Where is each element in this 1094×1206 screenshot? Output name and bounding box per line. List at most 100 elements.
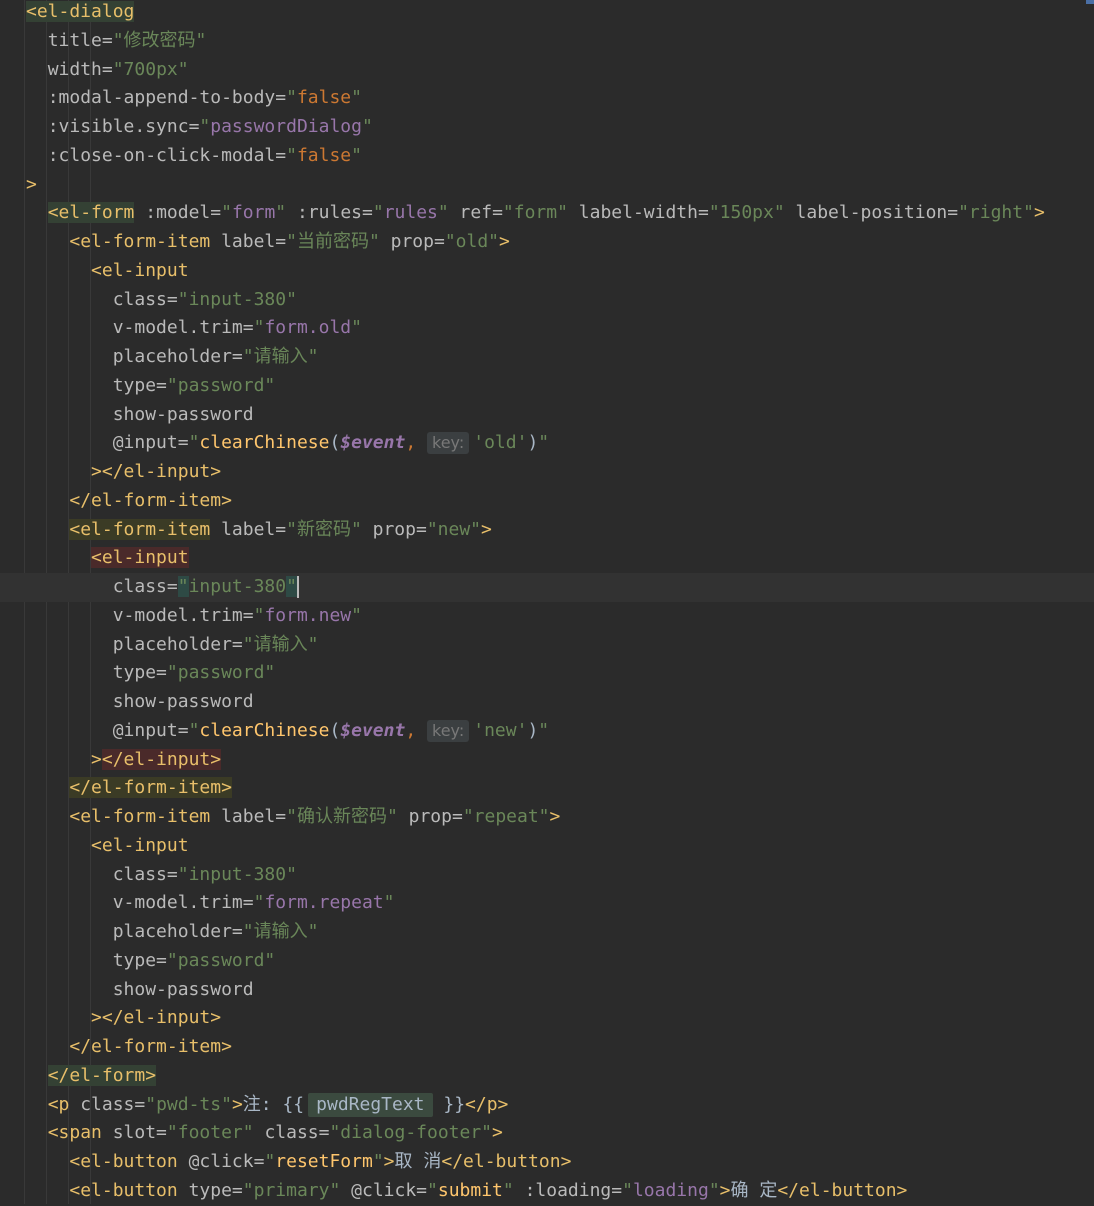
code-line[interactable]: placeholder="请输入" bbox=[0, 631, 1094, 660]
code-line[interactable]: class="input-380" bbox=[0, 286, 1094, 315]
code-line[interactable]: <el-form-item label="新密码" prop="new"> bbox=[0, 516, 1094, 545]
code-line[interactable]: </el-form-item> bbox=[0, 774, 1094, 803]
code-line[interactable]: @input="clearChinese($event, key:'new')" bbox=[0, 717, 1094, 746]
code-line[interactable]: <el-button type="primary" @click="submit… bbox=[0, 1177, 1094, 1206]
code-line[interactable]: placeholder="请输入" bbox=[0, 343, 1094, 372]
code-line[interactable]: v-model.trim="form.repeat" bbox=[0, 889, 1094, 918]
code-token: </el-button> bbox=[777, 1179, 908, 1201]
code-line[interactable]: > bbox=[0, 171, 1094, 200]
code-token: v-model.trim= bbox=[112, 317, 254, 339]
code-line[interactable]: <el-input bbox=[0, 832, 1094, 861]
code-line[interactable]: ></el-input> bbox=[0, 458, 1094, 487]
code-token: " bbox=[351, 87, 362, 109]
code-token: " bbox=[351, 317, 362, 339]
code-token: > bbox=[492, 1122, 503, 1144]
code-token: type= bbox=[177, 1179, 243, 1201]
code-token: ></el-input> bbox=[91, 461, 222, 482]
code-line[interactable]: width="700px" bbox=[0, 56, 1094, 85]
code-line[interactable]: show-password bbox=[0, 401, 1094, 430]
code-token: resetForm bbox=[275, 1151, 373, 1172]
code-token: </el-form> bbox=[47, 1064, 157, 1086]
code-line[interactable]: :modal-append-to-body="false" bbox=[0, 84, 1094, 113]
code-line[interactable]: ></el-input> bbox=[0, 1004, 1094, 1033]
code-line[interactable]: <el-form-item label="当前密码" prop="old"> bbox=[0, 228, 1094, 257]
code-line[interactable]: show-password bbox=[0, 688, 1094, 717]
code-line[interactable]: </el-form> bbox=[0, 1062, 1094, 1091]
code-line[interactable]: <el-dialog bbox=[0, 0, 1094, 27]
code-token: }} bbox=[432, 1093, 466, 1115]
code-token: "old" bbox=[444, 231, 500, 252]
code-line[interactable]: <span slot="footer" class="dialog-footer… bbox=[0, 1119, 1094, 1148]
code-line[interactable]: <el-button @click="resetForm">取 消</el-bu… bbox=[0, 1148, 1094, 1177]
code-token: > bbox=[549, 806, 561, 827]
code-token: "请输入" bbox=[242, 633, 319, 655]
code-line[interactable]: v-model.trim="form.old" bbox=[0, 314, 1094, 343]
code-line[interactable]: @input="clearChinese($event, key:'old')" bbox=[0, 429, 1094, 458]
code-token: > bbox=[499, 231, 510, 252]
code-line[interactable]: type="password" bbox=[0, 947, 1094, 976]
code-token: > bbox=[383, 1151, 395, 1172]
code-line[interactable]: <el-form-item label="确认新密码" prop="repeat… bbox=[0, 803, 1094, 832]
code-token: :rules= bbox=[286, 202, 373, 224]
code-line[interactable]: </el-form-item> bbox=[0, 487, 1094, 516]
code-token: placeholder= bbox=[112, 633, 243, 655]
code-token: " bbox=[188, 719, 200, 741]
code-token: placeholder= bbox=[112, 921, 243, 942]
code-token: class= bbox=[112, 576, 178, 597]
code-editor[interactable]: <el-dialog title="修改密码" width="700px" :m… bbox=[0, 0, 1094, 1204]
code-token: " bbox=[188, 432, 200, 454]
code-line[interactable]: v-model.trim="form.new" bbox=[0, 602, 1094, 631]
code-token: 'new' bbox=[473, 719, 528, 741]
code-token: :close-on-click-modal= bbox=[47, 144, 287, 166]
code-token: ) bbox=[527, 719, 539, 741]
code-token: 确 定 bbox=[730, 1179, 778, 1201]
code-token: width= bbox=[47, 58, 113, 80]
code-token: , bbox=[405, 432, 428, 454]
code-token: "primary" bbox=[242, 1179, 341, 1201]
code-line[interactable]: title="修改密码" bbox=[0, 27, 1094, 56]
code-token: "new" bbox=[426, 518, 482, 540]
code-line[interactable]: type="password" bbox=[0, 372, 1094, 401]
code-token: <p bbox=[47, 1093, 70, 1115]
code-token: "新密码" bbox=[286, 518, 362, 540]
code-token: passwordDialog bbox=[210, 116, 362, 137]
code-token: "pwd-ts" bbox=[145, 1093, 232, 1115]
code-line[interactable]: show-password bbox=[0, 976, 1094, 1005]
code-line[interactable]: :visible.sync="passwordDialog" bbox=[0, 113, 1094, 142]
code-line[interactable]: class="input-380" bbox=[0, 573, 1094, 602]
code-line[interactable]: <el-input bbox=[0, 257, 1094, 286]
parameter-hint: key: bbox=[427, 432, 470, 455]
code-token: " bbox=[253, 892, 265, 914]
code-token: ref= bbox=[448, 202, 503, 224]
code-line[interactable]: <p class="pwd-ts">注: {{pwdRegText }}</p> bbox=[0, 1091, 1094, 1120]
code-token: slot= bbox=[101, 1122, 167, 1144]
code-token: <el-input bbox=[91, 259, 189, 281]
code-line[interactable]: :close-on-click-modal="false" bbox=[0, 142, 1094, 171]
code-token: class= bbox=[69, 1093, 146, 1115]
code-token: input-380 bbox=[188, 576, 287, 597]
code-line[interactable]: class="input-380" bbox=[0, 861, 1094, 890]
code-line[interactable]: placeholder="请输入" bbox=[0, 918, 1094, 947]
code-token: label= bbox=[210, 806, 287, 827]
code-line[interactable]: <el-input bbox=[0, 544, 1094, 573]
code-line[interactable]: </el-form-item> bbox=[0, 1033, 1094, 1062]
code-line[interactable]: type="password" bbox=[0, 659, 1094, 688]
code-line[interactable]: ></el-input> bbox=[0, 746, 1094, 775]
code-line[interactable]: <el-form :model="form" :rules="rules" re… bbox=[0, 199, 1094, 228]
